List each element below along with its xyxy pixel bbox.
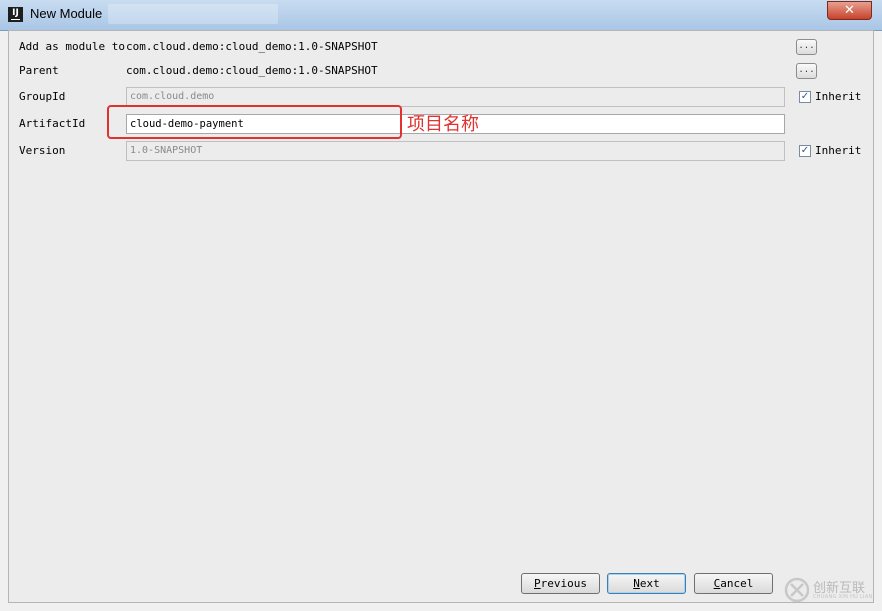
parent-label: Parent — [19, 64, 59, 77]
close-button[interactable]: ✕ — [827, 1, 872, 20]
version-inherit-label: Inherit — [815, 144, 862, 157]
add-as-module-value: com.cloud.demo:cloud_demo:1.0-SNAPSHOT — [126, 40, 378, 53]
add-as-module-browse-button[interactable]: ... — [796, 39, 817, 55]
cancel-button[interactable]: Cancel — [694, 573, 773, 594]
close-icon: ✕ — [844, 3, 855, 18]
intellij-idea-icon: IJ — [8, 7, 23, 22]
annotation-highlight-box — [107, 105, 402, 139]
group-id-inherit-checkbox[interactable]: ✓ — [799, 91, 811, 103]
title-bar-ghost — [108, 4, 278, 24]
parent-value: com.cloud.demo:cloud_demo:1.0-SNAPSHOT — [126, 64, 378, 77]
watermark: 创新互联 CHUANG XIN HU LIAN — [780, 572, 880, 606]
checkmark-icon: ✓ — [800, 145, 810, 156]
version-field[interactable]: 1.0-SNAPSHOT — [126, 141, 785, 161]
artifact-id-label: ArtifactId — [19, 117, 86, 130]
version-label: Version — [19, 144, 66, 157]
window-titlebar: IJ New Module ✕ — [0, 0, 882, 31]
version-inherit-checkbox[interactable]: ✓ — [799, 145, 811, 157]
annotation-text: 项目名称 — [407, 114, 479, 135]
group-id-field[interactable]: com.cloud.demo — [126, 87, 785, 107]
previous-button[interactable]: Previous — [521, 573, 600, 594]
window-title: New Module — [30, 6, 103, 21]
next-button[interactable]: Next — [607, 573, 686, 594]
parent-browse-button[interactable]: ... — [796, 63, 817, 79]
watermark-subtext: CHUANG XIN HU LIAN — [813, 594, 873, 600]
group-id-inherit-label: Inherit — [815, 90, 862, 103]
add-as-module-label: Add as module to — [19, 40, 125, 53]
group-id-label: GroupId — [19, 90, 66, 103]
checkmark-icon: ✓ — [800, 91, 810, 102]
watermark-logo-icon — [784, 577, 810, 603]
